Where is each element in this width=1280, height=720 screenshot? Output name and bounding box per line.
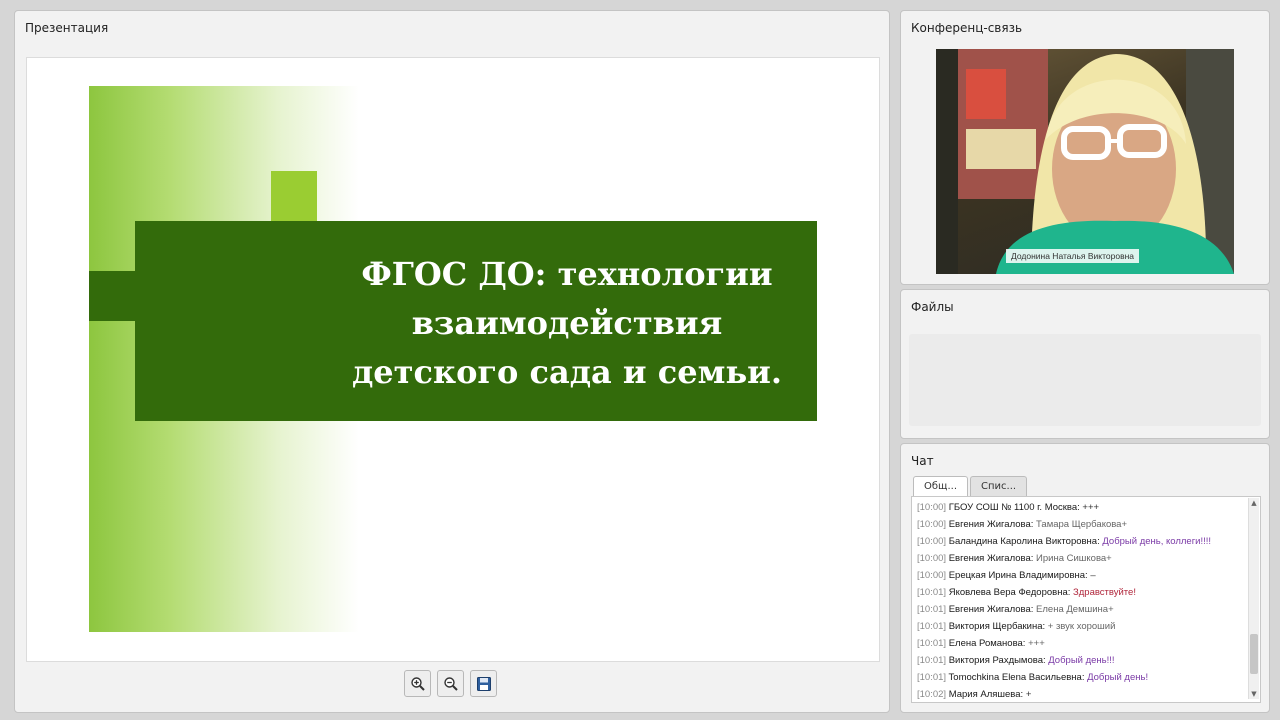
tab-participants[interactable]: Спис... [970, 476, 1028, 496]
message-text: Здравствуйте! [1073, 587, 1136, 598]
message-time: [10:00] [917, 553, 947, 564]
message-text: Тамара Щербакова+ [1036, 519, 1128, 530]
message-author: Ерецкая Ирина Владимировна: [948, 570, 1088, 581]
message-time: [10:00] [917, 536, 947, 547]
message-text: +++ [1082, 502, 1100, 513]
message-text: Елена Демшина+ [1036, 604, 1114, 615]
chat-log[interactable]: [10:00] ГБОУ СОШ № 1100 г. Москва: +++ [1… [911, 496, 1261, 703]
slide-canvas: ФГОС ДО: технологии взаимодействия детск… [26, 57, 880, 662]
scroll-thumb[interactable] [1250, 634, 1258, 674]
message-time: [10:01] [917, 587, 947, 598]
slide-title: ФГОС ДО: технологии взаимодействия детск… [351, 255, 783, 391]
message-author: Виктория Щербакина: [948, 621, 1046, 632]
chat-panel-title: Чат [911, 454, 934, 468]
save-icon [476, 676, 491, 691]
presentation-panel: Презентация ФГОС ДО: технологии взаимоде… [14, 10, 890, 713]
message-text: Добрый день, коллеги!!!! [1102, 536, 1212, 547]
files-panel: Файлы [900, 289, 1270, 439]
presentation-panel-title: Презентация [25, 21, 109, 35]
conference-panel: Конференц-связь Додонина Наталья Викторо… [900, 10, 1270, 285]
chat-message: [10:01] Виктория Щербакина: + звук хорош… [917, 618, 1246, 635]
chat-message: [10:00] Баландина Каролина Викторовна: Д… [917, 533, 1246, 550]
chat-message: [10:01] Виктория Рахдымова: Добрый день!… [917, 652, 1246, 669]
message-text: Добрый день!!! [1048, 655, 1115, 666]
zoom-out-icon [443, 676, 458, 691]
chat-messages: [10:00] ГБОУ СОШ № 1100 г. Москва: +++ [1… [917, 499, 1246, 702]
files-panel-title: Файлы [911, 300, 954, 314]
message-time: [10:00] [917, 519, 947, 530]
zoom-out-button[interactable] [437, 670, 464, 697]
chat-message: [10:00] Евгения Жигалова: Ирина Сишкова+ [917, 550, 1246, 567]
presentation-toolbar [404, 670, 497, 700]
files-list[interactable] [909, 334, 1261, 426]
chat-message: [10:00] Евгения Жигалова: Тамара Щербако… [917, 516, 1246, 533]
save-button[interactable] [470, 670, 497, 697]
chat-panel: Чат Общ... Спис... [10:00] ГБОУ СОШ № 11… [900, 443, 1270, 713]
message-author: Евгения Жигалова: [948, 604, 1034, 615]
message-time: [10:01] [917, 655, 947, 666]
message-author: Яковлева Вера Федоровна: [948, 587, 1071, 598]
message-author: Tomochkina Elena Васильевна: [948, 672, 1085, 683]
tab-general[interactable]: Общ... [913, 476, 968, 496]
message-time: [10:02] [917, 689, 947, 700]
message-text: Добрый день! [1087, 672, 1149, 683]
zoom-in-icon [410, 676, 425, 691]
message-time: [10:01] [917, 672, 947, 683]
chat-message: [10:00] Ерецкая Ирина Владимировна: – [917, 567, 1246, 584]
message-author: Евгения Жигалова: [948, 553, 1034, 564]
chat-tabs: Общ... Спис... [913, 476, 1028, 496]
chat-message: [10:01] Яковлева Вера Федоровна: Здравст… [917, 584, 1246, 601]
chat-message: [10:01] Tomochkina Elena Васильевна: Доб… [917, 669, 1246, 686]
slide-square [89, 271, 135, 321]
message-text: + [1025, 689, 1032, 700]
message-text: + звук хороший [1047, 621, 1116, 632]
chat-scrollbar[interactable]: ▲ ▼ [1248, 498, 1259, 699]
message-author: Виктория Рахдымова: [948, 655, 1046, 666]
message-time: [10:01] [917, 621, 947, 632]
message-author: Баландина Каролина Викторовна: [948, 536, 1100, 547]
slide-square [271, 171, 317, 221]
message-time: [10:01] [917, 604, 947, 615]
zoom-in-button[interactable] [404, 670, 431, 697]
webcam-frame [936, 49, 1234, 274]
message-time: [10:00] [917, 502, 947, 513]
message-author: ГБОУ СОШ № 1100 г. Москва: [948, 502, 1080, 513]
message-time: [10:00] [917, 570, 947, 581]
scroll-down-icon[interactable]: ▼ [1249, 689, 1259, 699]
message-author: Мария Аляшева: [948, 689, 1024, 700]
message-text: Ирина Сишкова+ [1036, 553, 1112, 564]
chat-message: [10:02] Мария Аляшева: + [917, 686, 1246, 702]
message-text: – [1090, 570, 1096, 581]
message-time: [10:01] [917, 638, 947, 649]
message-author: Елена Романова: [948, 638, 1026, 649]
webcam-video[interactable]: Додонина Наталья Викторовна [936, 49, 1234, 274]
chat-message: [10:01] Евгения Жигалова: Елена Демшина+ [917, 601, 1246, 618]
scroll-up-icon[interactable]: ▲ [1249, 498, 1259, 508]
message-text: +++ [1028, 638, 1045, 649]
chat-message: [10:00] ГБОУ СОШ № 1100 г. Москва: +++ [917, 499, 1246, 516]
presenter-name-label: Додонина Наталья Викторовна [1006, 249, 1140, 263]
message-author: Евгения Жигалова: [948, 519, 1034, 530]
conference-panel-title: Конференц-связь [911, 21, 1023, 35]
chat-message: [10:01] Елена Романова: +++ [917, 635, 1246, 652]
